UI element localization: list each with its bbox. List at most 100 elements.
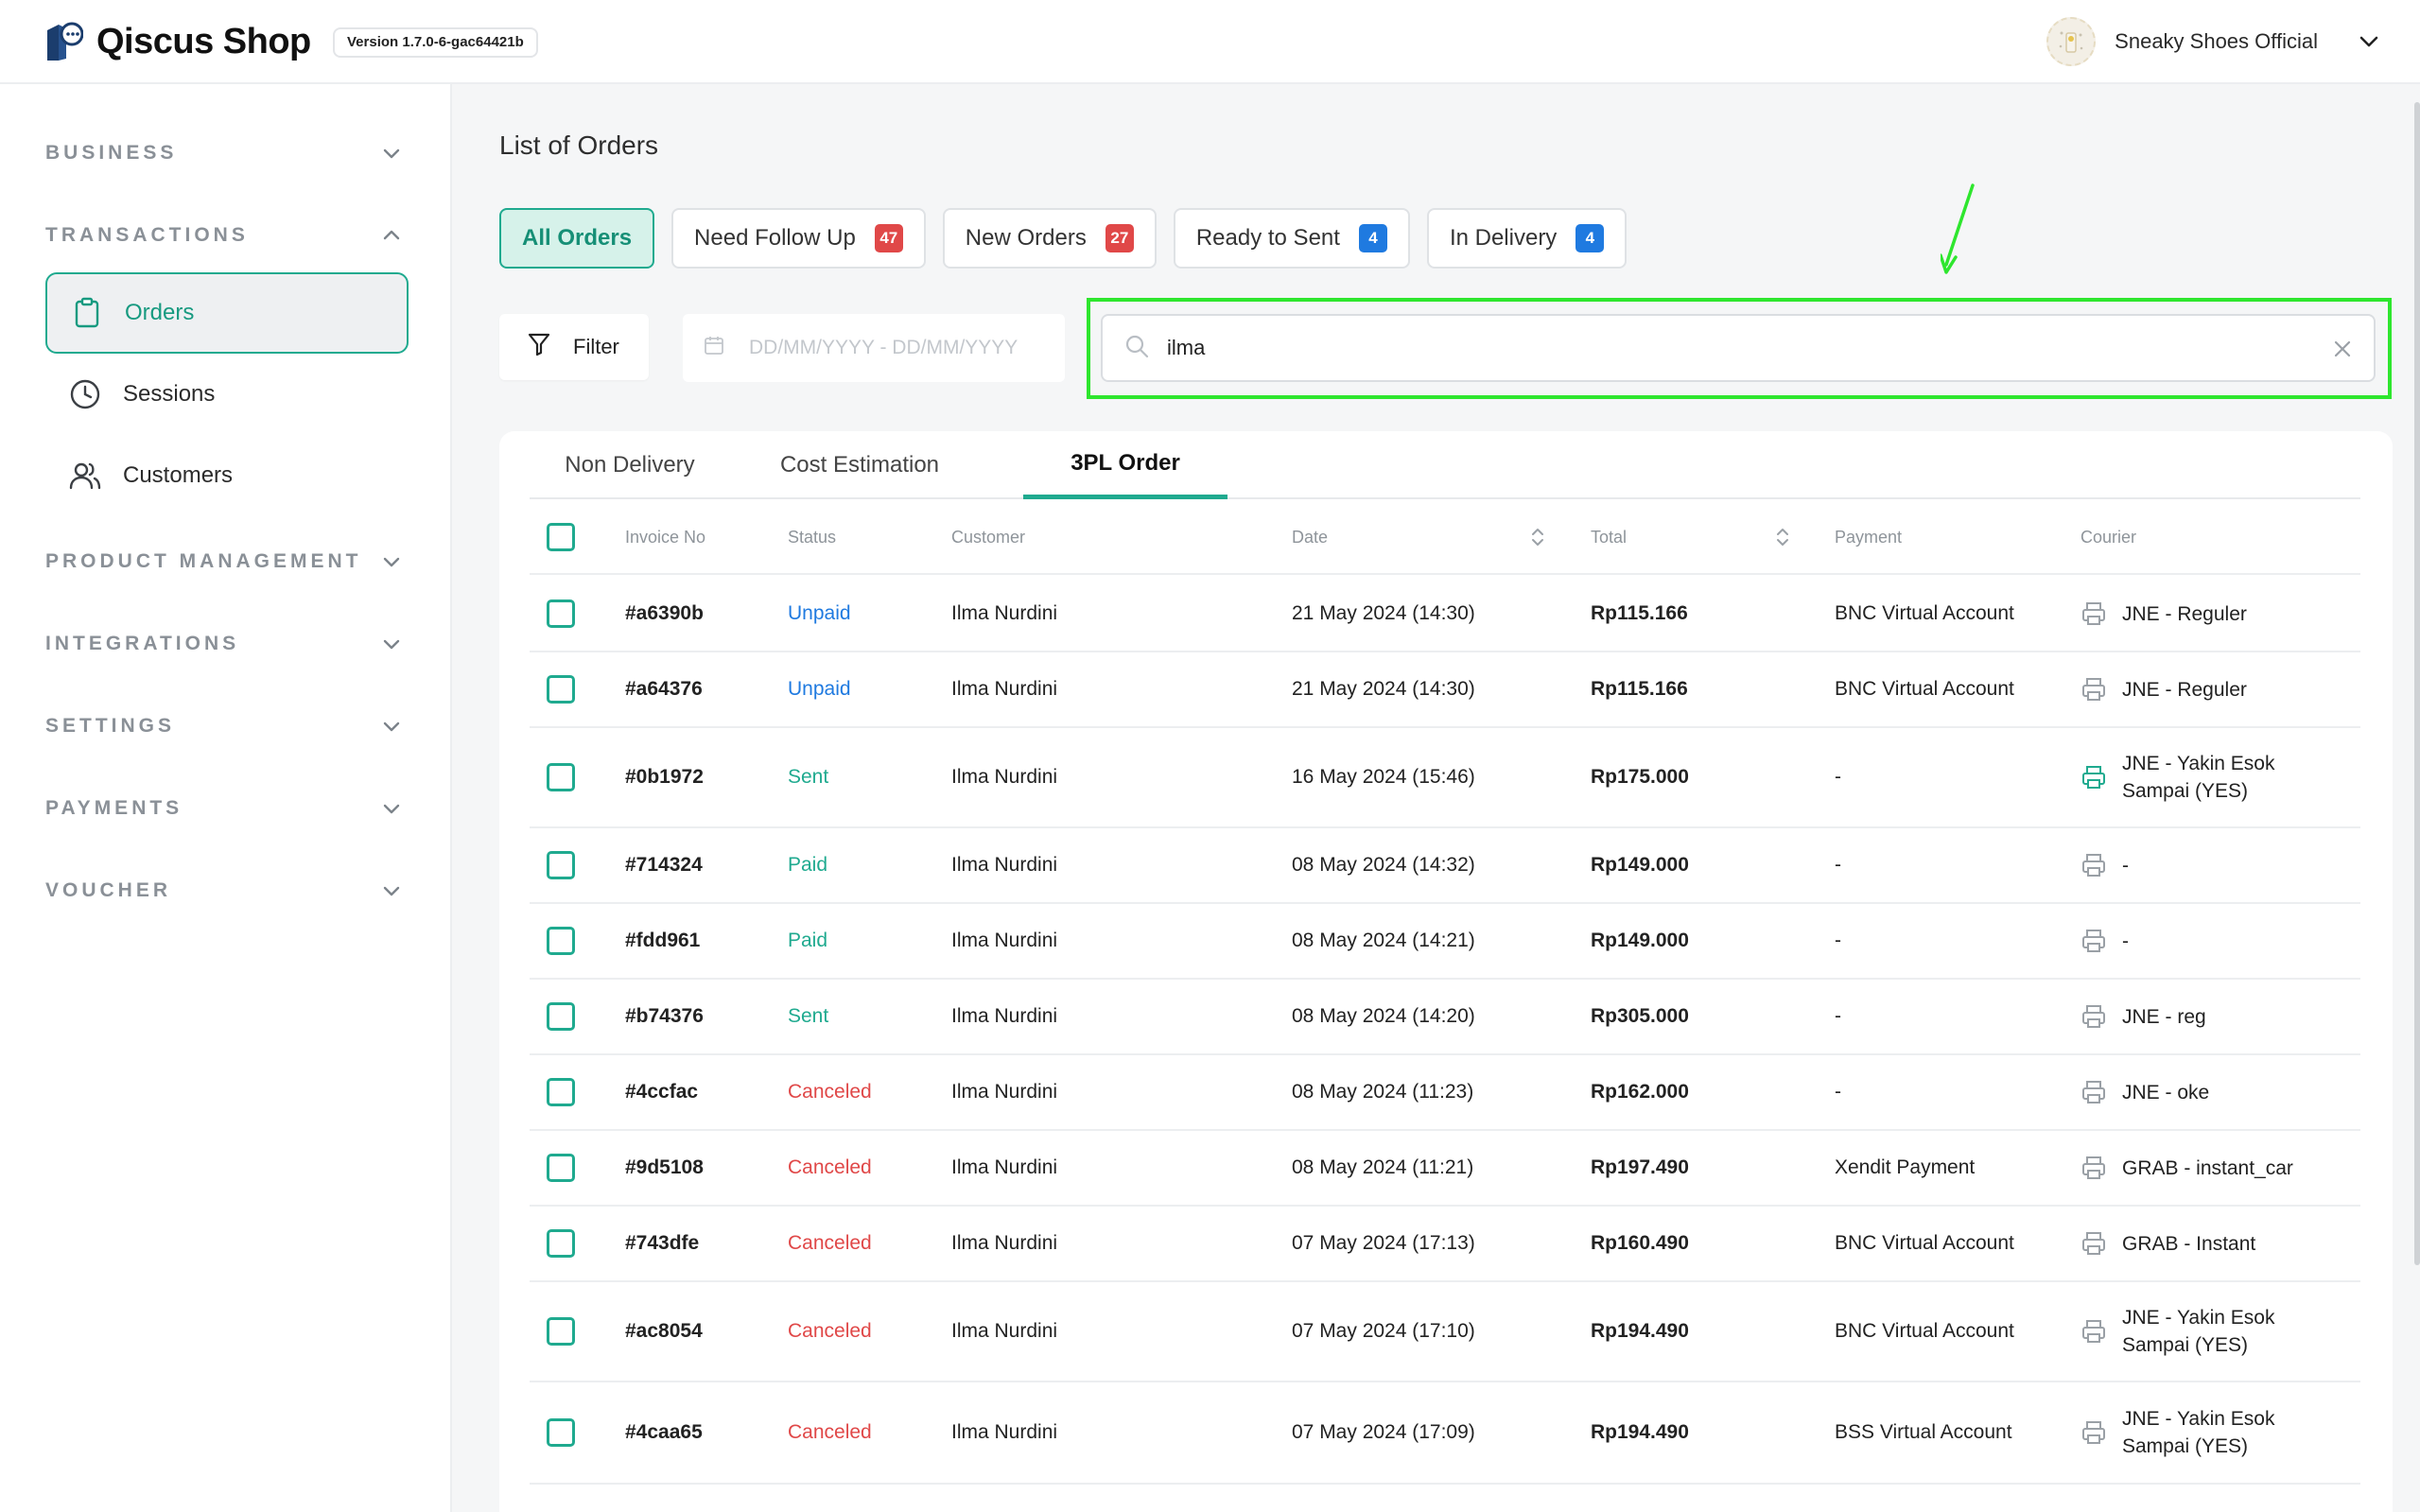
table-row[interactable]: #fdd961 Paid Ilma Nurdini 08 May 2024 (14:2… [530, 904, 2360, 980]
order-total: Rp149.000 [1591, 930, 1689, 951]
invoice-number[interactable]: #743dfe [625, 1207, 699, 1280]
sidebar-section-payments[interactable]: PAYMENTS [45, 790, 405, 827]
column-header-total[interactable]: Total [1591, 499, 1627, 575]
sidebar-section-integrations[interactable]: INTEGRATIONS [45, 625, 405, 663]
page-title: List of Orders [499, 130, 659, 160]
row-checkbox[interactable] [547, 577, 575, 651]
table-row[interactable]: #743dfe Canceled Ilma Nurdini 07 May 2024 (… [530, 1207, 2360, 1282]
table-row[interactable]: #b74376 Sent Ilma Nurdini 08 May 2024 (14:2… [530, 980, 2360, 1055]
table-row[interactable]: #9d5108 Canceled Ilma Nurdini 08 May 2024 (… [530, 1131, 2360, 1207]
scrollbar[interactable] [2414, 102, 2420, 1265]
invoice-number[interactable]: #b74376 [625, 980, 704, 1053]
invoice-number[interactable]: #a6390b [625, 577, 704, 651]
row-checkbox[interactable] [547, 652, 575, 726]
invoice-number[interactable]: #714324 [625, 828, 703, 902]
sidebar-section-settings[interactable]: SETTINGS [45, 707, 405, 745]
tab-cost-estimation[interactable]: Cost Estimation [736, 431, 984, 499]
sidebar-section-transactions[interactable]: TRANSACTIONS [45, 217, 405, 254]
section-label: PAYMENTS [45, 797, 183, 819]
search-input[interactable] [1167, 336, 2302, 360]
tab-label: Non Delivery [565, 452, 695, 478]
tab-label: Need Follow Up [694, 225, 856, 251]
status-text: Paid [788, 854, 828, 876]
tab-ready-to-sent[interactable]: Ready to Sent 4 [1173, 208, 1410, 269]
orders-card: Non Delivery Cost Estimation 3PL Order I… [499, 431, 2393, 1512]
sidebar-item-orders[interactable]: Orders [45, 272, 409, 354]
courier-cell: JNE - reg [2081, 980, 2317, 1053]
status-text: Sent [788, 766, 829, 788]
column-header-date[interactable]: Date [1292, 499, 1328, 575]
chevron-down-icon[interactable] [2356, 28, 2382, 55]
tab-new-orders[interactable]: New Orders 27 [942, 208, 1157, 269]
search-field[interactable] [1101, 314, 2376, 382]
row-checkbox[interactable] [547, 1207, 575, 1280]
clipboard-icon [70, 296, 104, 330]
row-checkbox[interactable] [547, 1382, 575, 1483]
row-checkbox[interactable] [547, 980, 575, 1053]
table-row[interactable]: #a6390b Unpaid Ilma Nurdini 21 May 2024 (14… [530, 577, 2360, 652]
printer-icon[interactable] [2081, 1419, 2107, 1446]
row-checkbox[interactable] [547, 828, 575, 902]
row-checkbox[interactable] [547, 1055, 575, 1129]
row-checkbox[interactable] [547, 728, 575, 826]
sort-icon[interactable] [1529, 499, 1546, 575]
tab-all-orders[interactable]: All Orders [499, 208, 655, 269]
user-name: Sneaky Shoes Official [2115, 29, 2318, 53]
row-checkbox[interactable] [547, 1131, 575, 1205]
invoice-number[interactable]: #4ccfac [625, 1055, 698, 1129]
invoice-number[interactable]: #0b1972 [625, 728, 704, 826]
order-total: Rp194.490 [1591, 1320, 1689, 1342]
table-row[interactable]: #4caa65 Canceled Ilma Nurdini 07 May 2024 (… [530, 1382, 2360, 1485]
printer-icon[interactable] [2081, 852, 2107, 878]
user-menu[interactable]: Sneaky Shoes Official [2046, 17, 2382, 66]
brand[interactable]: Qiscus Shop [45, 21, 311, 62]
courier-name: JNE - Yakin Esok Sampai (YES) [2122, 753, 2275, 802]
printer-icon[interactable] [2081, 1003, 2107, 1030]
filter-button[interactable]: Filter [499, 314, 649, 380]
printer-icon[interactable] [2081, 1230, 2107, 1257]
tab-non-delivery[interactable]: Non Delivery [550, 431, 709, 499]
annotation-arrow-icon [1941, 183, 1975, 274]
tab-need-follow-up[interactable]: Need Follow Up 47 [671, 208, 926, 269]
payment-method: - [1835, 1005, 1841, 1027]
printer-icon[interactable] [2081, 1079, 2107, 1105]
printer-icon[interactable] [2081, 676, 2107, 703]
sort-icon[interactable] [1774, 499, 1791, 575]
section-label: PRODUCT MANAGEMENT [45, 550, 362, 572]
sidebar-section-business[interactable]: BUSINESS [45, 134, 405, 172]
date-range-input[interactable]: DD/MM/YYYY - DD/MM/YYYY [683, 314, 1065, 382]
table-row[interactable]: #0b1972 Sent Ilma Nurdini 16 May 2024 (15:4… [530, 728, 2360, 828]
customer-name: Ilma Nurdini [951, 1421, 1058, 1443]
sidebar-section-voucher[interactable]: VOUCHER [45, 872, 405, 910]
close-icon[interactable] [2330, 337, 2355, 361]
row-checkbox[interactable] [547, 1282, 575, 1381]
table-row[interactable]: #ac8054 Canceled Ilma Nurdini 07 May 2024 (… [530, 1282, 2360, 1382]
table-row[interactable]: #4ccfac Canceled Ilma Nurdini 08 May 2024 (… [530, 1055, 2360, 1131]
order-total: Rp194.490 [1591, 1421, 1689, 1443]
sidebar-item-sessions[interactable]: Sessions [45, 354, 409, 435]
invoice-number[interactable]: #fdd961 [625, 904, 700, 978]
invoice-number[interactable]: #ac8054 [625, 1282, 703, 1381]
count-badge: 47 [874, 224, 903, 252]
printer-icon[interactable] [2081, 928, 2107, 954]
status-tabs: All Orders Need Follow Up 47 New Orders … [499, 208, 1628, 269]
sidebar-item-customers[interactable]: Customers [45, 435, 409, 516]
tab-3pl-order[interactable]: 3PL Order [1023, 431, 1227, 499]
table-row[interactable]: #714324 Paid Ilma Nurdini 08 May 2024 (14:3… [530, 828, 2360, 904]
invoice-number[interactable]: #a64376 [625, 652, 703, 726]
printer-icon[interactable] [2081, 600, 2107, 627]
table-row[interactable]: #a64376 Unpaid Ilma Nurdini 21 May 2024 (14… [530, 652, 2360, 728]
invoice-number[interactable]: #4caa65 [625, 1382, 703, 1483]
sidebar-item-label: Sessions [123, 381, 216, 407]
printer-icon[interactable] [2081, 764, 2107, 791]
tab-in-delivery[interactable]: In Delivery 4 [1426, 208, 1628, 269]
customer-name: Ilma Nurdini [951, 766, 1058, 788]
select-all-checkbox[interactable] [547, 499, 575, 575]
printer-icon[interactable] [2081, 1155, 2107, 1181]
payment-method: - [1835, 854, 1841, 876]
invoice-number[interactable]: #9d5108 [625, 1131, 704, 1205]
row-checkbox[interactable] [547, 904, 575, 978]
count-badge: 4 [1358, 224, 1387, 252]
sidebar-section-product-management[interactable]: PRODUCT MANAGEMENT [45, 543, 405, 581]
printer-icon[interactable] [2081, 1318, 2107, 1345]
